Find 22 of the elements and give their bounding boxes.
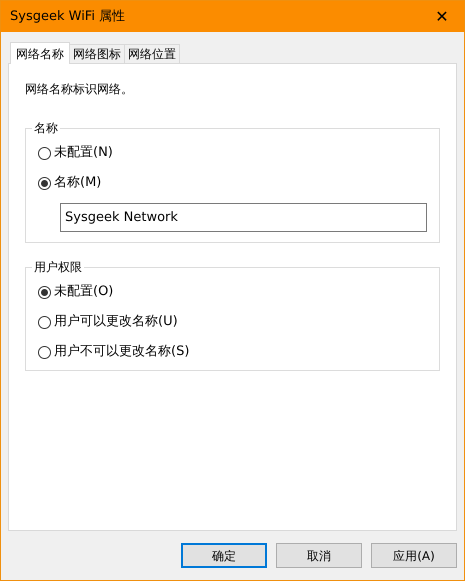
tab[interactable]: 网络位置 [125, 44, 180, 63]
radio-button[interactable] [38, 316, 51, 328]
name-input-field[interactable]: Sysgeek Network [60, 203, 427, 232]
group-title: 用户权限 [32, 259, 84, 275]
radio-button[interactable] [38, 346, 51, 358]
radio-button[interactable] [38, 146, 51, 160]
close-button[interactable]: ✕ [420, 1, 464, 32]
dialog-button[interactable]: 取消 [276, 543, 362, 568]
radio-button[interactable] [38, 176, 51, 190]
tab[interactable]: 网络名称 [10, 42, 70, 64]
tab[interactable]: 网络图标 [70, 44, 125, 63]
window-title: Sysgeek WiFi 属性 [10, 8, 126, 26]
radio-label: 用户不可以更改名称(S) [54, 343, 190, 362]
description-text: 网络名称标识网络。 [25, 81, 134, 98]
radio-button[interactable] [38, 286, 51, 298]
dialog-button[interactable]: 确定 [181, 543, 267, 568]
radio-label: 名称(M) [54, 174, 102, 192]
dialog-button[interactable]: 应用(A) [371, 543, 457, 568]
radio-label: 未配置(O) [54, 283, 114, 302]
radio-label: 用户可以更改名称(U) [54, 313, 178, 332]
group-title: 名称 [32, 120, 60, 136]
radio-label: 未配置(N) [54, 144, 113, 162]
